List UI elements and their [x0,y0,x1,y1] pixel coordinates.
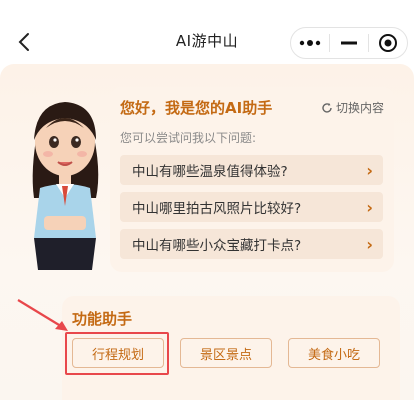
chevron-right-icon: › [366,160,373,180]
more-button[interactable] [291,28,329,58]
close-button[interactable] [369,28,407,58]
food-snacks-button[interactable]: 美食小吃 [288,338,380,368]
minimize-button[interactable] [330,28,368,58]
refresh-icon [322,102,332,113]
question-text: 中山哪里拍古风照片比较好? [132,201,302,217]
greeting-text: 您好，我是您的AI助手 [120,99,273,117]
function-assistant-title: 功能助手 [72,310,133,328]
question-item[interactable]: 中山有哪些温泉值得体验? › [120,155,383,185]
question-text: 中山有哪些小众宝藏打卡点? [132,238,302,254]
target-close-icon [379,34,397,52]
more-dots-icon [299,40,321,46]
switch-content-button[interactable]: 切换内容 [321,99,384,116]
minimize-icon [341,41,357,45]
question-item[interactable]: 中山有哪些小众宝藏打卡点? › [120,229,383,259]
scenic-spots-button[interactable]: 景区景点 [180,338,272,368]
assistant-card: 您好，我是您的AI助手 切换内容 您可以尝试问我以下问题: 中山有哪些温泉值得体… [110,87,394,272]
chevron-right-icon: › [366,234,373,254]
hint-text: 您可以尝试问我以下问题: [120,131,257,145]
switch-content-label: 切换内容 [335,101,384,115]
itinerary-planning-button[interactable]: 行程规划 [72,338,164,368]
question-text: 中山有哪些温泉值得体验? [132,164,288,180]
mini-program-capsule [290,27,408,59]
question-item[interactable]: 中山哪里拍古风照片比较好? › [120,192,383,222]
female-guide-avatar [32,102,99,270]
function-assistant-panel: 功能助手 行程规划 景区景点 美食小吃 [62,296,400,400]
chevron-right-icon: › [366,197,373,217]
